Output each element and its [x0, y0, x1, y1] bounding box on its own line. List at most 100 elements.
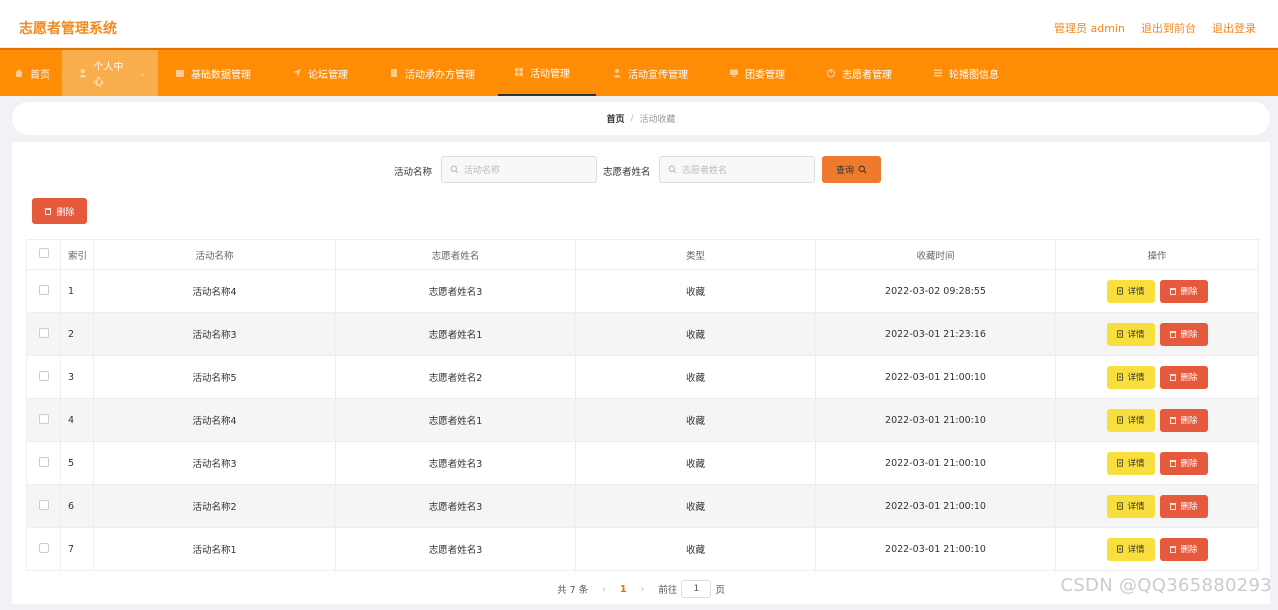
nav-item-carousel[interactable]: 轮播图信息	[921, 50, 1011, 96]
cell-activity: 活动名称2	[93, 484, 336, 528]
document-icon	[1117, 373, 1124, 381]
header-links: 管理员 admin 退出到前台 退出登录	[1054, 20, 1256, 36]
nav-item-activity[interactable]: 活动管理	[498, 50, 596, 96]
cell-time: 2022-03-01 21:00:10	[815, 398, 1056, 442]
row-checkbox[interactable]	[38, 499, 49, 510]
delete-button[interactable]: 删除	[1159, 279, 1208, 303]
cell-volunteer: 志愿者姓名2	[335, 355, 576, 399]
cell-time: 2022-03-01 21:00:10	[815, 355, 1056, 399]
delete-button[interactable]: 删除	[1159, 494, 1208, 518]
detail-label: 详情	[1127, 416, 1145, 426]
prev-page-icon[interactable]: ‹	[602, 584, 606, 595]
cell-volunteer: 志愿者姓名3	[335, 527, 576, 571]
row-actions: 详情 删除	[1056, 279, 1258, 303]
goto-suffix: 页	[715, 585, 725, 596]
cell-actions: 详情 删除	[1055, 269, 1259, 313]
breadcrumb-home[interactable]: 首页	[606, 112, 624, 125]
batch-delete-button[interactable]: 删除	[32, 198, 87, 224]
goto-page-input[interactable]: 1	[681, 580, 712, 598]
document-icon	[1117, 459, 1124, 467]
activity-name-input[interactable]: 活动名称	[441, 156, 597, 183]
nav-item-forum[interactable]: 论坛管理	[280, 50, 360, 96]
nav-item-organizer[interactable]: 活动承办方管理	[377, 50, 487, 96]
trash-icon	[45, 208, 52, 215]
document-icon	[1117, 545, 1124, 553]
trash-icon	[1170, 288, 1177, 295]
trash-icon	[1170, 331, 1177, 338]
detail-button[interactable]: 详情	[1106, 408, 1155, 432]
row-select-cell[interactable]	[26, 441, 61, 485]
nav-item-volunteer[interactable]: 志愿者管理	[814, 50, 904, 96]
search-icon	[858, 165, 867, 174]
document-icon	[1117, 502, 1124, 510]
document-icon	[391, 69, 397, 77]
nav-label: 轮播图信息	[949, 69, 999, 81]
detail-button[interactable]: 详情	[1106, 365, 1155, 389]
table-row: 7 活动名称1 志愿者姓名3 收藏 2022-03-01 21:00:10 详情 删除	[26, 527, 1259, 571]
row-select-cell[interactable]	[26, 312, 61, 356]
page-number[interactable]: 1	[620, 584, 627, 595]
detail-button[interactable]: 详情	[1106, 279, 1155, 303]
delete-button[interactable]: 删除	[1159, 365, 1208, 389]
row-checkbox[interactable]	[38, 456, 49, 467]
cell-type: 收藏	[575, 312, 816, 356]
nav-item-youth-league[interactable]: 团委管理	[717, 50, 797, 96]
row-checkbox[interactable]	[38, 327, 49, 338]
cell-activity: 活动名称5	[93, 355, 336, 399]
power-icon	[826, 69, 836, 78]
detail-button[interactable]: 详情	[1106, 322, 1155, 346]
cell-volunteer: 志愿者姓名3	[335, 441, 576, 485]
cell-type: 收藏	[575, 269, 816, 313]
detail-button[interactable]: 详情	[1106, 537, 1155, 561]
list-icon	[934, 69, 942, 77]
cell-actions: 详情 删除	[1055, 355, 1259, 399]
app-title: 志愿者管理系统	[19, 21, 117, 37]
detail-label: 详情	[1127, 545, 1145, 555]
nav-item-home[interactable]: 首页	[2, 50, 62, 96]
row-select-cell[interactable]	[26, 398, 61, 442]
next-page-icon[interactable]: ›	[641, 584, 645, 595]
volunteer-name-input[interactable]: 志愿者姓名	[659, 156, 815, 183]
logout-link[interactable]: 退出登录	[1212, 20, 1256, 36]
row-select-cell[interactable]	[26, 527, 61, 571]
row-checkbox[interactable]	[38, 542, 49, 553]
cell-actions: 详情 删除	[1055, 312, 1259, 356]
breadcrumb-separator: /	[630, 113, 634, 124]
detail-label: 详情	[1127, 459, 1145, 469]
row-checkbox[interactable]	[38, 413, 49, 424]
nav-item-personal-center[interactable]: 个人中心 ⌄	[62, 50, 158, 96]
table-row: 4 活动名称4 志愿者姓名1 收藏 2022-03-01 21:00:10 详情 删除	[26, 398, 1259, 442]
query-button[interactable]: 查询	[822, 156, 881, 183]
cell-type: 收藏	[575, 484, 816, 528]
row-select-cell[interactable]	[26, 269, 61, 313]
detail-label: 详情	[1127, 330, 1145, 340]
cell-index: 2	[60, 312, 94, 356]
top-header: 志愿者管理系统 管理员 admin 退出到前台 退出登录	[0, 0, 1278, 48]
search-icon	[450, 165, 459, 174]
detail-button[interactable]: 详情	[1106, 494, 1155, 518]
row-checkbox[interactable]	[38, 370, 49, 381]
admin-user-label[interactable]: 管理员 admin	[1054, 20, 1125, 36]
table-header-row: 索引 活动名称 志愿者姓名 类型 收藏时间 操作	[26, 239, 1259, 270]
select-all-cell[interactable]	[26, 239, 61, 270]
to-front-link[interactable]: 退出到前台	[1141, 20, 1196, 36]
delete-button[interactable]: 删除	[1159, 537, 1208, 561]
nav-item-promotion[interactable]: 活动宣传管理	[600, 50, 700, 96]
delete-button[interactable]: 删除	[1159, 451, 1208, 475]
delete-button[interactable]: 删除	[1159, 408, 1208, 432]
row-select-cell[interactable]	[26, 484, 61, 528]
nav-item-basic-data[interactable]: 基础数据管理	[163, 50, 263, 96]
cell-type: 收藏	[575, 398, 816, 442]
pagination-total: 共 7 条	[557, 585, 589, 596]
delete-button[interactable]: 删除	[1159, 322, 1208, 346]
monitor-icon	[730, 69, 738, 77]
cell-type: 收藏	[575, 355, 816, 399]
row-select-cell[interactable]	[26, 355, 61, 399]
row-checkbox[interactable]	[38, 284, 49, 295]
query-label: 查询	[835, 166, 854, 176]
select-all-checkbox[interactable]	[38, 248, 49, 258]
cell-index: 3	[60, 355, 94, 399]
cell-index: 1	[60, 269, 94, 313]
cell-actions: 详情 删除	[1055, 527, 1259, 571]
detail-button[interactable]: 详情	[1106, 451, 1155, 475]
